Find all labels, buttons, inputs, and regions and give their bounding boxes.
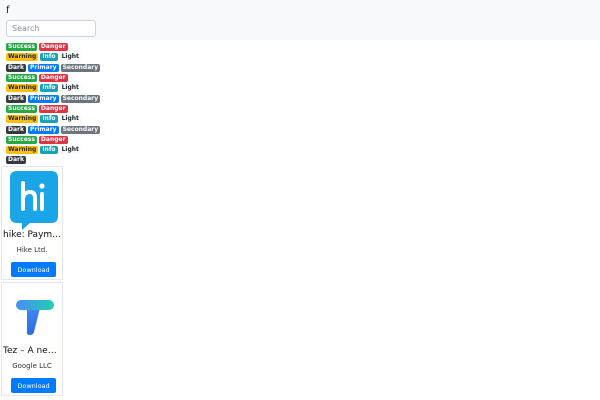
badge-danger: Danger (38, 135, 68, 144)
badge-row: Success Danger (6, 42, 126, 52)
badge-danger: Danger (38, 74, 68, 83)
navbar: f (0, 0, 600, 40)
hike-logo-icon (10, 171, 58, 230)
badge-row: Dark (6, 155, 126, 165)
badge-info: Info (40, 84, 58, 93)
badge-warning: Warning (6, 84, 39, 93)
badge-info: Info (40, 146, 58, 155)
badge-dark: Dark (6, 125, 26, 134)
badge-success: Success (6, 74, 37, 83)
tez-logo-icon (16, 300, 54, 335)
badge-warning: Warning (6, 53, 39, 62)
badge-row: Warning Info Light (6, 52, 126, 62)
badge-dark: Dark (6, 156, 26, 165)
search-input[interactable] (6, 20, 96, 37)
badge-danger: Danger (38, 104, 68, 113)
badge-row: Dark Primary Secondary (6, 63, 126, 73)
badge-light: Light (59, 115, 81, 124)
badge-row: Dark Primary Secondary (6, 124, 126, 134)
badge-info: Info (40, 53, 58, 62)
badge-dark: Dark (6, 94, 26, 103)
badge-success: Success (6, 43, 37, 52)
badge-light: Light (59, 53, 81, 62)
download-button[interactable]: Download (11, 262, 56, 277)
badge-light: Light (59, 146, 81, 155)
badge-warning: Warning (6, 146, 39, 155)
badge-warning: Warning (6, 115, 39, 124)
badge-row: Warning Info Light (6, 114, 126, 124)
badge-success: Success (6, 135, 37, 144)
badge-danger: Danger (38, 43, 68, 52)
badge-row: Dark Primary Secondary (6, 93, 126, 103)
badge-row: Warning Info Light (6, 145, 126, 155)
app-title[interactable]: hike: Payme... (2, 229, 64, 242)
badge-secondary: Secondary (60, 94, 101, 103)
badge-light: Light (59, 84, 81, 93)
badge-secondary: Secondary (60, 63, 101, 72)
badge-row: Success Danger (6, 104, 126, 114)
app-developer: Hike Ltd. (16, 246, 48, 254)
app-card: hike: Payme... Hike Ltd. Download (1, 166, 64, 280)
badge-primary: Primary (27, 125, 59, 134)
badge-list: Success Danger Warning Info Light Dark Primary… (6, 42, 126, 166)
app-developer: Google LLC (12, 362, 52, 370)
badge-secondary: Secondary (60, 125, 101, 134)
badge-info: Info (40, 115, 58, 124)
badge-success: Success (6, 104, 37, 113)
app-card: Tez – A new ... Google LLC Download (1, 282, 64, 396)
badge-row: Success Danger (6, 73, 126, 83)
download-button[interactable]: Download (11, 378, 56, 393)
navbar-brand[interactable]: f (6, 5, 10, 17)
badge-dark: Dark (6, 63, 26, 72)
app-title[interactable]: Tez – A new ... (2, 345, 64, 358)
badge-row: Warning Info Light (6, 83, 126, 93)
badge-primary: Primary (27, 63, 59, 72)
badge-row: Success Danger (6, 135, 126, 145)
badge-primary: Primary (27, 94, 59, 103)
